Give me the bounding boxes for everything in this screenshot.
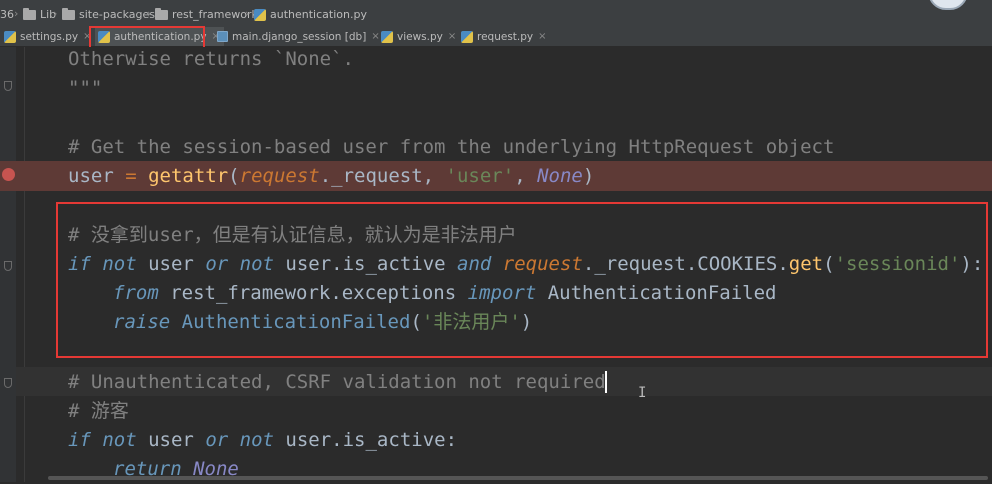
breadcrumb-bar: 36 › Lib › site-packages › rest_framewor… [0,0,992,28]
code-highlight-box [56,202,988,358]
indent-guide [24,47,25,482]
python-file-icon [381,30,393,43]
code-line: # Unauthenticated, CSRF validation not r… [68,371,606,393]
tab-views[interactable]: views.py × [381,27,456,46]
horizontal-scrollbar[interactable] [48,476,988,480]
folder-icon [62,7,75,20]
code-line: """ [68,77,103,99]
code-line: user = getattr(request._request, 'user',… [68,165,595,187]
breadcrumb-label: authentication.py [270,8,367,21]
python-file-icon [254,8,266,21]
fold-icon[interactable] [4,378,12,388]
text-caret [605,371,607,393]
breadcrumb-item-site-packages[interactable]: site-packages [62,7,156,21]
code-line: # Get the session-based user from the un… [68,136,835,158]
breadcrumb-item-lib[interactable]: Lib [23,7,56,21]
code-line: Otherwise returns `None`. [68,48,354,70]
tab-label: request.py [477,30,534,43]
folder-icon [155,7,168,20]
breadcrumb-item-rest-framework[interactable]: rest_framework [155,7,258,21]
breadcrumb-prefix[interactable]: 36 [0,8,14,21]
close-icon[interactable]: × [371,31,379,42]
ibeam-cursor-icon: I [638,385,647,401]
breadcrumb-separator: › [53,7,58,20]
breadcrumb-separator: › [245,7,250,20]
code-line: if not user or not user.is_active: [68,429,458,451]
tab-request[interactable]: request.py × [461,27,547,46]
folder-icon [23,7,36,20]
close-icon[interactable]: × [538,31,546,42]
fold-icon[interactable] [4,261,12,271]
tab-main-django-session[interactable]: main.django_session [db] × [217,27,380,46]
breadcrumb-label: site-packages [79,8,156,21]
tab-settings[interactable]: settings.py × [4,27,91,46]
tab-label: views.py [397,30,443,43]
database-table-icon [217,31,228,42]
breadcrumb-separator: › [14,7,19,20]
breakpoint-icon[interactable] [2,168,15,181]
close-icon[interactable]: × [448,31,456,42]
fold-icon[interactable] [4,81,12,91]
code-editor[interactable]: Otherwise returns `None`. """ # Get the … [0,47,992,482]
python-file-icon [461,30,473,43]
tab-label: settings.py [20,30,79,43]
avatar[interactable] [928,0,968,10]
breadcrumb-item-authentication[interactable]: authentication.py [254,8,367,21]
python-file-icon [4,30,16,43]
tab-label: main.django_session [db] [232,30,367,43]
breadcrumb-separator: › [147,7,152,20]
code-line: # 游客 [68,400,129,422]
